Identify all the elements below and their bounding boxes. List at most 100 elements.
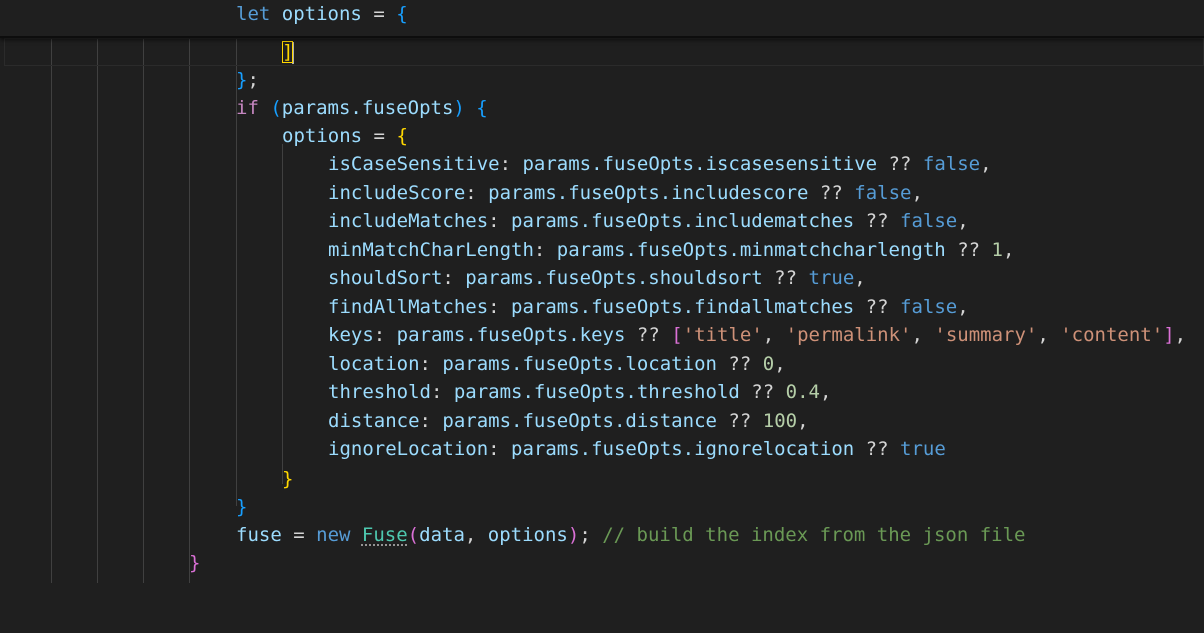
code-line-property[interactable]: findAllMatches: params.fuseOpts.findallm…: [0, 293, 1204, 321]
property-value: true: [808, 267, 855, 289]
property-path: params.fuseOpts.ignorelocation: [511, 438, 855, 460]
property-path: params.fuseOpts.includematches: [511, 210, 855, 232]
property-value: 0: [762, 353, 775, 375]
punctuation: ,: [464, 524, 477, 546]
text-cursor: [292, 41, 295, 64]
property-key: threshold: [328, 381, 431, 403]
code-line[interactable]: };: [0, 66, 1204, 94]
keyword: new: [316, 524, 351, 546]
property-key: shouldSort: [328, 267, 443, 289]
property-path: params.fuseOpts.keys: [396, 324, 626, 346]
operator: ??: [819, 182, 843, 204]
punctuation: ,: [1174, 324, 1187, 346]
bracket: }: [236, 496, 248, 518]
property-value: false: [922, 153, 981, 175]
property-value: 100: [762, 410, 798, 432]
code-line-property[interactable]: ignoreLocation: params.fuseOpts.ignorelo…: [0, 435, 1204, 463]
bracket: ): [567, 524, 580, 546]
property-key: ignoreLocation: [328, 438, 489, 460]
string-literal: 'content': [1060, 324, 1164, 346]
code-line-current[interactable]: ]: [0, 38, 1204, 66]
sticky-scroll-header[interactable]: let options = {: [0, 0, 1204, 38]
class-name: Fuse: [361, 524, 408, 546]
property-key: minMatchCharLength: [328, 239, 534, 261]
variable: options: [282, 125, 363, 147]
operator: ??: [865, 296, 889, 318]
keyword: let: [236, 3, 271, 25]
operator: ??: [636, 324, 660, 346]
punctuation: ,: [1002, 239, 1015, 261]
code-line[interactable]: }: [0, 493, 1204, 521]
sticky-line[interactable]: let options = {: [0, 0, 1204, 28]
comment: // build the index from the json file: [602, 524, 1026, 546]
punctuation: ;: [247, 69, 259, 91]
bracket: }: [236, 69, 248, 91]
property-path: params.fuseOpts.location: [442, 353, 717, 375]
code-line-property[interactable]: includeScore: params.fuseOpts.includesco…: [0, 179, 1204, 207]
code-line[interactable]: fuse = new Fuse(data, options); // build…: [0, 521, 1204, 549]
code-line[interactable]: if (params.fuseOpts) {: [0, 94, 1204, 122]
punctuation: ,: [980, 153, 992, 175]
property-key: findAllMatches: [328, 296, 489, 318]
operator: ??: [888, 153, 912, 175]
bracket: ]: [1163, 324, 1175, 346]
operator: ??: [865, 438, 889, 460]
property-value: false: [900, 296, 958, 318]
property-value: true: [900, 438, 946, 460]
string-literal: 'permalink': [785, 324, 912, 346]
punctuation: ,: [774, 353, 786, 375]
code-editor[interactable]: let options = { ] }; if (params.fuseOpts…: [0, 0, 1204, 583]
variable: options: [281, 3, 362, 25]
property-key: includeScore: [328, 182, 466, 204]
punctuation: ;: [579, 524, 591, 546]
property-path: params.fuseOpts.shouldsort: [465, 267, 763, 289]
code-line[interactable]: }: [0, 465, 1204, 493]
code-line-property[interactable]: minMatchCharLength: params.fuseOpts.minm…: [0, 236, 1204, 264]
operator: ??: [957, 239, 981, 261]
argument: data: [419, 524, 465, 546]
property-path: params.fuseOpts.threshold: [453, 381, 740, 403]
code-line[interactable]: }: [0, 549, 1204, 577]
punctuation: ,: [797, 410, 809, 432]
property-path: params.fuseOpts.includescore: [488, 182, 809, 204]
bracket: {: [396, 125, 408, 147]
bracket: (: [270, 97, 282, 119]
bracket: {: [396, 3, 408, 25]
operator: ??: [865, 210, 889, 232]
operator: ??: [751, 381, 775, 403]
code-line-property[interactable]: shouldSort: params.fuseOpts.shouldsort ?…: [0, 264, 1204, 292]
punctuation: ,: [957, 210, 969, 232]
property-key: isCaseSensitive: [328, 153, 500, 175]
code-line-property[interactable]: includeMatches: params.fuseOpts.includem…: [0, 207, 1204, 235]
bracket: (: [407, 524, 420, 546]
bracket: ): [453, 97, 465, 119]
bracket: [: [671, 324, 683, 346]
operator: ??: [728, 410, 752, 432]
punctuation: ,: [911, 182, 923, 204]
property-value: false: [854, 182, 912, 204]
property-key: keys: [328, 324, 374, 346]
property-key: location: [328, 353, 420, 375]
operator: =: [373, 125, 385, 147]
code-line[interactable]: options = {: [0, 122, 1204, 150]
property-value: false: [900, 210, 958, 232]
property-path: params.fuseOpts.distance: [442, 410, 717, 432]
operator: =: [373, 3, 385, 25]
expression: params.fuseOpts: [281, 97, 454, 119]
punctuation: ,: [854, 267, 866, 289]
property-key: includeMatches: [328, 210, 489, 232]
property-path: params.fuseOpts.findallmatches: [511, 296, 855, 318]
string-literal: 'title': [682, 324, 763, 346]
code-line-property[interactable]: location: params.fuseOpts.location ?? 0,: [0, 350, 1204, 378]
bracket: {: [476, 97, 488, 119]
bracket: }: [189, 552, 201, 574]
operator: ??: [774, 267, 798, 289]
code-line-property[interactable]: distance: params.fuseOpts.distance ?? 10…: [0, 407, 1204, 435]
code-line-property[interactable]: threshold: params.fuseOpts.threshold ?? …: [0, 378, 1204, 406]
code-line-property[interactable]: isCaseSensitive: params.fuseOpts.iscases…: [0, 150, 1204, 178]
bracket: }: [282, 468, 294, 490]
punctuation: ,: [819, 381, 832, 403]
property-path: params.fuseOpts.minmatchcharlength: [556, 239, 946, 261]
string-literal: 'summary': [934, 324, 1038, 346]
code-line-property[interactable]: keys: params.fuseOpts.keys ?? ['title', …: [0, 321, 1204, 349]
